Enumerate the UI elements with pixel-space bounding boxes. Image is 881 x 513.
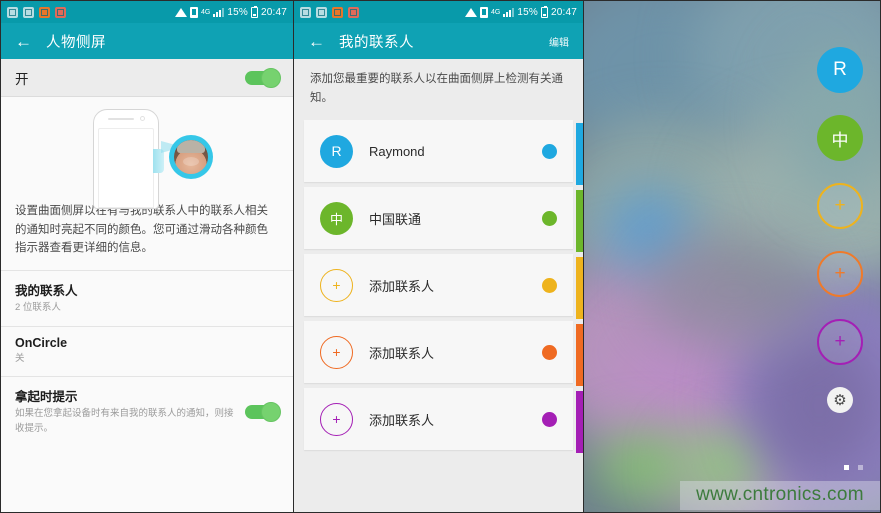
contact-row-raymond[interactable]: R Raymond	[304, 120, 573, 183]
edge-contact-strip: R 中 + + + ⚙	[808, 47, 872, 413]
edge-screen-live-panel: R 中 + + + ⚙ www.cntronics.com	[584, 0, 881, 513]
settings-row-pickup-alert[interactable]: 拿起时提示 如果在您拿起设备时有来自我的联系人的通知，则接收提示。	[1, 376, 293, 447]
network-type-label: 4G	[491, 8, 501, 16]
battery-percent-label: 15%	[517, 6, 538, 18]
edge-strip-purple	[576, 391, 583, 453]
add-contact-row-purple[interactable]: + 添加联系人	[304, 388, 573, 451]
contact-color-dot[interactable]	[542, 143, 557, 159]
my-people-list-panel: 4G 15% 20:47 ← 我的联系人 编辑 添加您最重要的联系人以在曲面侧屏…	[294, 0, 584, 513]
sim-card-icon	[480, 6, 488, 18]
battery-icon	[250, 5, 258, 18]
contact-color-dot[interactable]	[542, 210, 557, 226]
edge-contact-initial: 中	[831, 130, 849, 150]
edge-strip-yellow	[576, 257, 583, 319]
contact-avatar-photo	[169, 135, 213, 179]
news-icon	[39, 6, 50, 18]
edge-add-contact-orange[interactable]: +	[817, 251, 863, 297]
watermark-text: www.cntronics.com	[680, 481, 880, 510]
contact-row-china-unicom[interactable]: 中 中国联通	[304, 187, 573, 250]
plus-icon: +	[834, 263, 846, 284]
master-switch-label: 开	[15, 71, 29, 87]
add-contact-row-orange[interactable]: + 添加联系人	[304, 321, 573, 384]
status-bar-indicators: 4G 15% 20:47	[465, 5, 577, 18]
master-switch-row[interactable]: 开	[1, 59, 293, 97]
add-contact-row-yellow[interactable]: + 添加联系人	[304, 254, 573, 317]
contact-color-dot[interactable]	[542, 411, 557, 427]
email-icon	[316, 6, 327, 18]
plus-icon: +	[320, 335, 353, 369]
settings-row-subtitle: 如果在您拿起设备时有来自我的联系人的通知，则接收提示。	[15, 408, 234, 435]
contact-name: Raymond	[369, 143, 425, 159]
message-icon	[7, 6, 18, 18]
edge-strip-blue	[576, 123, 583, 185]
add-contact-label: 添加联系人	[369, 412, 435, 428]
contact-name: 中国联通	[369, 211, 422, 227]
edge-contact-initial: R	[833, 59, 847, 80]
plus-icon: +	[320, 402, 353, 436]
edge-contact-china-unicom[interactable]: 中	[817, 115, 863, 161]
contacts-list: R Raymond 中 中国联通 + 添加联系人 + 添加联系人 + 添加联系人	[294, 120, 583, 451]
sync-icon	[55, 6, 66, 18]
settings-app-bar: ← 人物侧屏	[1, 23, 293, 59]
page-title: 我的联系人	[339, 34, 414, 51]
wifi-icon	[175, 7, 187, 17]
edge-strip-green	[576, 190, 583, 252]
back-arrow-icon[interactable]: ←	[308, 33, 325, 50]
settings-row-title: 拿起时提示	[15, 390, 78, 405]
signal-bars-icon	[213, 7, 225, 17]
settings-row-title: 我的联系人	[15, 283, 78, 298]
edge-add-contact-purple[interactable]: +	[817, 319, 863, 365]
add-contact-label: 添加联系人	[369, 278, 435, 294]
contact-color-dot[interactable]	[542, 277, 557, 293]
settings-row-subtitle: 关	[15, 352, 25, 364]
plus-icon: +	[834, 331, 846, 352]
master-switch-toggle[interactable]	[245, 67, 281, 88]
status-bar: 4G 15% 20:47	[294, 1, 583, 23]
status-bar-indicators: 4G 15% 20:47	[175, 5, 287, 18]
battery-icon	[540, 5, 548, 18]
contacts-app-bar: ← 我的联系人 编辑	[294, 23, 583, 59]
page-indicator-dots	[844, 465, 863, 470]
add-contact-label: 添加联系人	[369, 345, 435, 361]
clock-label: 20:47	[550, 6, 577, 18]
settings-row-oncircle[interactable]: OnCircle 关	[1, 325, 293, 377]
edge-screen-illustration	[1, 97, 293, 209]
edge-contact-raymond[interactable]: R	[817, 47, 863, 93]
settings-row-my-people[interactable]: 我的联系人 2 位联系人	[1, 269, 293, 326]
plus-icon: +	[320, 268, 353, 302]
status-bar: 4G 15% 20:47	[1, 1, 293, 23]
contact-color-dot[interactable]	[542, 344, 557, 360]
status-bar-notifications	[300, 6, 359, 18]
settings-row-subtitle: 2 位联系人	[15, 301, 61, 313]
email-icon	[23, 6, 34, 18]
pickup-alert-toggle[interactable]	[245, 401, 281, 422]
message-icon	[300, 6, 311, 18]
battery-percent-label: 15%	[227, 6, 248, 18]
edge-strip-orange	[576, 324, 583, 386]
clock-label: 20:47	[260, 6, 287, 18]
page-dot-inactive[interactable]	[858, 465, 863, 470]
page-title: 人物侧屏	[46, 34, 106, 51]
network-type-label: 4G	[201, 8, 211, 16]
status-bar-notifications	[7, 6, 66, 18]
contacts-description: 添加您最重要的联系人以在曲面侧屏上检测有关通知。	[294, 59, 583, 121]
wifi-icon	[465, 7, 477, 17]
back-arrow-icon[interactable]: ←	[15, 33, 32, 50]
edge-color-strips	[576, 1, 583, 512]
news-icon	[332, 6, 343, 18]
sync-icon	[348, 6, 359, 18]
edit-button[interactable]: 编辑	[549, 34, 569, 49]
settings-row-title: OnCircle	[15, 335, 68, 350]
gear-icon[interactable]: ⚙	[827, 387, 853, 413]
phone-outline-graphic	[93, 109, 159, 209]
page-dot-active[interactable]	[844, 465, 849, 470]
plus-icon: +	[834, 195, 846, 216]
people-edge-settings-panel: 4G 15% 20:47 ← 人物侧屏 开 设置曲面侧屏以在有与我的联系人中的联…	[0, 0, 294, 513]
screenshot-stage: 4G 15% 20:47 ← 人物侧屏 开 设置曲面侧屏以在有与我的联系人中的联…	[0, 0, 881, 513]
contact-avatar-initial: R	[320, 134, 353, 168]
sim-card-icon	[190, 6, 198, 18]
edge-add-contact-yellow[interactable]: +	[817, 183, 863, 229]
signal-bars-icon	[503, 7, 515, 17]
contact-avatar-initial: 中	[320, 201, 353, 235]
